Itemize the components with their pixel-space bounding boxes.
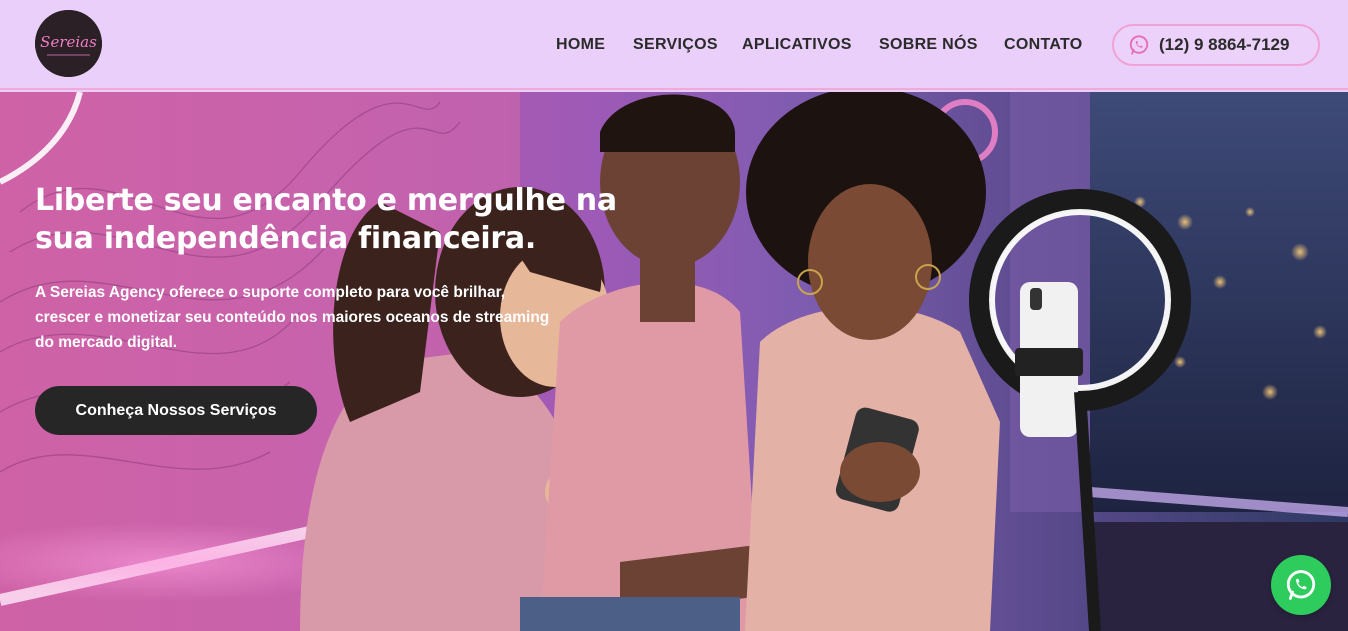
logo-text: Sereias — [40, 33, 97, 51]
site-header: Sereias HOME SERVIÇOS APLICATIVOS SOBRE … — [0, 0, 1348, 90]
nav-aplicativos[interactable]: APLICATIVOS — [742, 36, 852, 54]
nav-servicos[interactable]: SERVIÇOS — [633, 36, 718, 54]
whatsapp-float-button[interactable] — [1271, 555, 1331, 615]
cta-services-button[interactable]: Conheça Nossos Serviços — [35, 386, 317, 435]
nav-contato[interactable]: CONTATO — [1004, 36, 1083, 54]
hero-background-photo — [0, 92, 1348, 631]
sereias-logo[interactable]: Sereias — [35, 10, 102, 77]
phone-button[interactable]: (12) 9 8864-7129 — [1112, 24, 1320, 66]
hero-title: Liberte seu encanto e mergulhe na sua in… — [35, 183, 617, 256]
nav-home[interactable]: HOME — [556, 36, 605, 54]
whatsapp-icon — [1129, 35, 1149, 55]
hero-description: A Sereias Agency oferece o suporte compl… — [35, 284, 550, 351]
hero-section: Liberte seu encanto e mergulhe na sua in… — [0, 92, 1348, 631]
nav-sobre-nos[interactable]: SOBRE NÓS — [879, 36, 978, 54]
phone-number: (12) 9 8864-7129 — [1159, 35, 1290, 54]
whatsapp-icon — [1286, 570, 1316, 600]
